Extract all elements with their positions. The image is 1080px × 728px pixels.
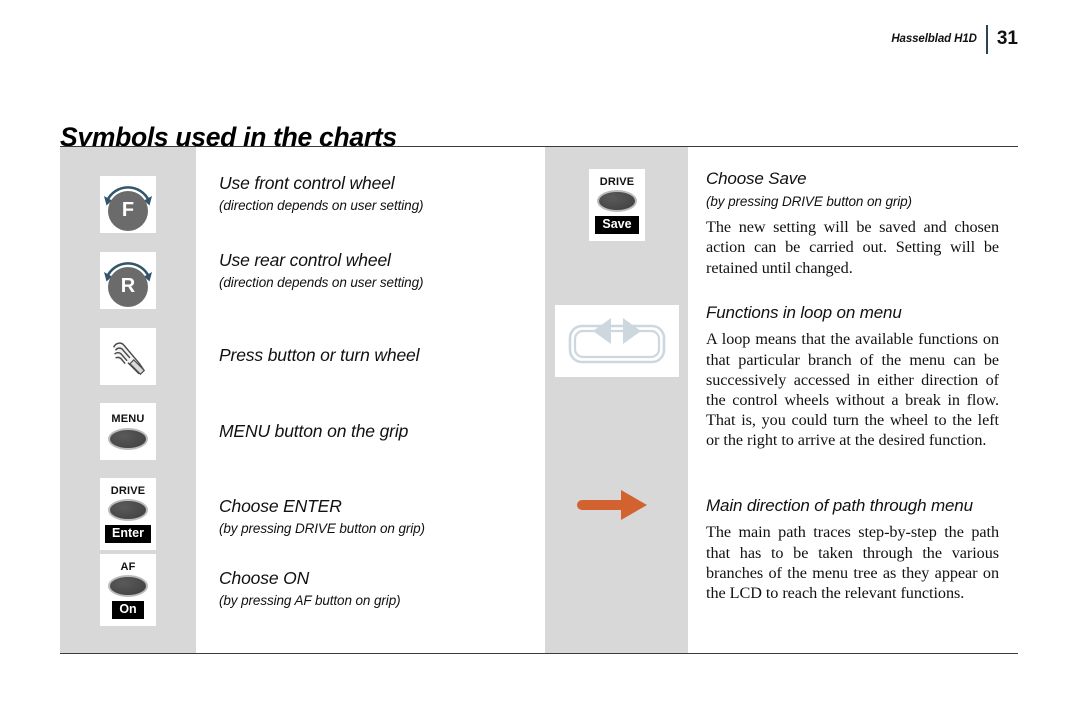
entry-body: The main path traces step-by-step the pa… [706, 523, 999, 602]
af-button-label: AF [120, 561, 136, 574]
on-tag: On [112, 601, 144, 619]
left-text-column: Use front control wheel (direction depen… [196, 147, 545, 653]
entry-sub: (by pressing AF button on grip) [219, 593, 401, 609]
entry-lead: Press button or turn wheel [219, 345, 420, 365]
front-control-wheel-icon: F [100, 176, 156, 234]
symbols-table: F R MENU DRIVE Enter AF On Use front con… [60, 146, 1018, 654]
drive-button-label: DRIVE [110, 485, 146, 498]
left-icon-column: F R MENU DRIVE Enter AF On [60, 147, 196, 653]
header-divider [985, 24, 988, 54]
entry-lead: Main direction of path through menu [706, 496, 973, 515]
loop-glyph [568, 318, 666, 364]
rear-control-wheel-icon: R [100, 252, 156, 310]
entry-lead: Use rear control wheel [219, 250, 391, 270]
drive-button-enter-icon: DRIVE Enter [100, 478, 156, 550]
list-item: Use rear control wheel (direction depend… [219, 250, 423, 292]
right-text-column: Choose Save (by pressing DRIVE button on… [688, 147, 1018, 653]
button-oval [108, 427, 148, 450]
hand-glyph [112, 341, 146, 375]
entry-body: The new setting will be saved and chosen… [706, 218, 999, 277]
button-oval [597, 190, 637, 213]
af-button-on-icon: AF On [100, 554, 156, 626]
button-oval [108, 499, 148, 522]
page-number: 31 [996, 27, 1018, 49]
entry-lead: Use front control wheel [219, 173, 395, 193]
entry-lead: Choose ENTER [219, 496, 342, 516]
wheel-letter-f: F [105, 187, 151, 234]
menu-button-icon: MENU [100, 403, 156, 460]
entry-lead: MENU button on the grip [219, 421, 409, 441]
list-item: Choose Save (by pressing DRIVE button on… [706, 169, 999, 278]
drive-button-save-icon: DRIVE Save [589, 169, 645, 241]
menu-button-label: MENU [111, 413, 145, 426]
entry-sub: (direction depends on user setting) [219, 198, 424, 214]
enter-tag: Enter [105, 525, 151, 543]
list-item: Choose ON (by pressing AF button on grip… [219, 568, 401, 610]
list-item: Use front control wheel (direction depen… [219, 173, 423, 215]
main-path-arrow-icon [577, 490, 647, 520]
list-item: Press button or turn wheel [219, 345, 420, 366]
entry-sub: (by pressing DRIVE button on grip) [706, 194, 912, 210]
list-item: Functions in loop on menu A loop means t… [706, 303, 999, 450]
menu-loop-icon [555, 305, 679, 377]
entry-lead: Choose Save [706, 169, 807, 188]
entry-sub: (by pressing DRIVE button on grip) [219, 521, 425, 537]
page-header: Hasselblad H1D 31 [891, 24, 1018, 54]
list-item: Main direction of path through menu The … [706, 496, 999, 603]
save-tag: Save [595, 216, 639, 234]
list-item: Choose ENTER (by pressing DRIVE button o… [219, 496, 425, 538]
wheel-letter-r: R [105, 263, 151, 310]
right-icon-column: DRIVE Save [545, 147, 688, 653]
button-oval [108, 575, 148, 598]
entry-lead: Choose ON [219, 568, 310, 588]
list-item: MENU button on the grip [219, 421, 408, 442]
entry-lead: Functions in loop on menu [706, 303, 902, 322]
drive-button-label: DRIVE [599, 176, 635, 189]
entry-body: A loop means that the available function… [706, 330, 999, 450]
pointing-hand-icon [100, 328, 156, 385]
header-brand: Hasselblad H1D [891, 33, 977, 45]
entry-sub: (direction depends on user setting) [219, 275, 424, 291]
